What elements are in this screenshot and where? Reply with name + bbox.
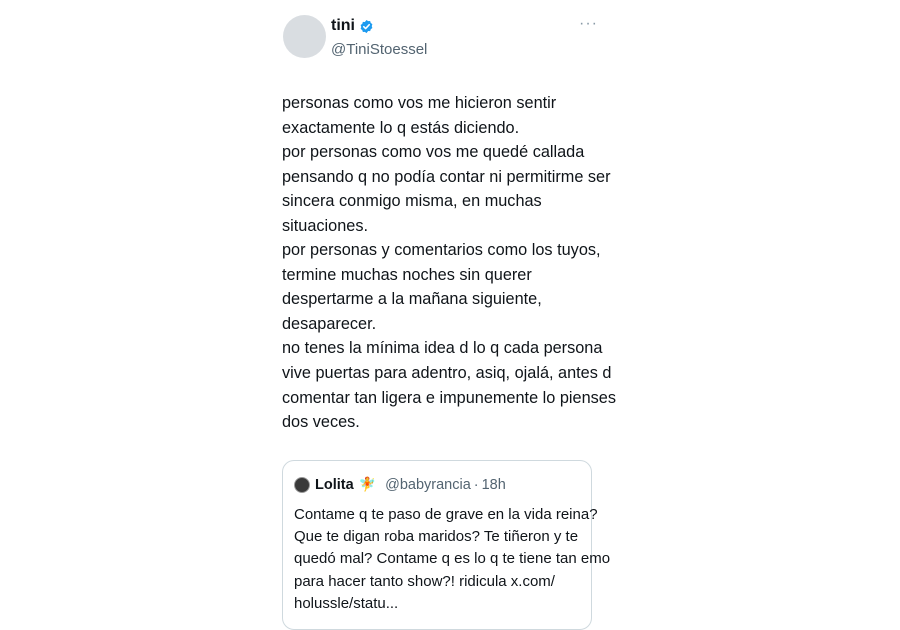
tweet-text-line: comentar tan ligera e impunemente lo pie…: [282, 388, 616, 407]
quoted-text-line: Que te digan roba maridos? Te tiñeron y …: [294, 528, 579, 546]
fairy-emoji-icon: 🧚: [358, 476, 377, 492]
quoted-text-line: para hacer tanto show?! ridicula x.com/: [294, 572, 555, 590]
separator-dot: ·: [473, 476, 479, 493]
tweet-text-line: vive puertas para adentro, asiq, ojalá, …: [282, 364, 612, 383]
quoted-text-line: quedó mal? Contame q es lo q te tiene ta…: [294, 550, 611, 568]
tweet-text-line: personas como vos me hicieron sentir: [282, 94, 557, 112]
tweet-text-line: por personas como vos me quedé callada: [282, 143, 585, 162]
quoted-text-line: Contame q te paso de grave en la vida re…: [294, 506, 598, 523]
author-name[interactable]: tini: [331, 17, 355, 35]
tweet-text-line: no tenes la mínima idea d lo q cada pers…: [282, 339, 603, 358]
author-handle[interactable]: @TiniStoessel: [331, 41, 427, 58]
tweet-text-line: sincera conmigo misma, en muchas: [282, 192, 542, 211]
quoted-author-row: Lolita 🧚 @babyrancia · 18h: [294, 476, 506, 493]
quoted-author-name: Lolita: [315, 476, 354, 493]
tweet-text-line: termine muchas noches sin querer: [282, 265, 532, 284]
tweet-text: personas como vos me hicieron sentir exa…: [282, 91, 616, 435]
tweet-text-line: exactamente lo q estás diciendo.: [282, 118, 520, 137]
tweet-card: tini @TiniStoessel ··· personas como vos…: [270, 0, 616, 630]
tweet-text-line: pensando q no podía contar ni permitirme…: [282, 167, 611, 186]
verified-badge-icon: [360, 19, 373, 33]
more-options-icon[interactable]: ···: [579, 16, 598, 32]
author-row: tini: [331, 17, 374, 35]
tweet-text-line: dos veces.: [282, 413, 360, 432]
tweet-text-line: situaciones.: [282, 216, 368, 235]
quoted-tweet[interactable]: Lolita 🧚 @babyrancia · 18h Contame q te …: [282, 460, 611, 630]
quoted-author-handle: @babyrancia: [385, 476, 471, 493]
avatar[interactable]: [283, 15, 326, 58]
tweet-text-line: desaparecer.: [282, 314, 377, 333]
tweet-text-line: despertarme a la mañana siguiente,: [282, 290, 542, 309]
tweet-text-line: por personas y comentarios como los tuyo…: [282, 241, 601, 260]
quoted-text: Contame q te paso de grave en la vida re…: [294, 504, 611, 615]
quoted-text-line: holussle/statu...: [294, 594, 399, 612]
quoted-timestamp: 18h: [481, 476, 506, 493]
quoted-avatar: [294, 476, 310, 493]
